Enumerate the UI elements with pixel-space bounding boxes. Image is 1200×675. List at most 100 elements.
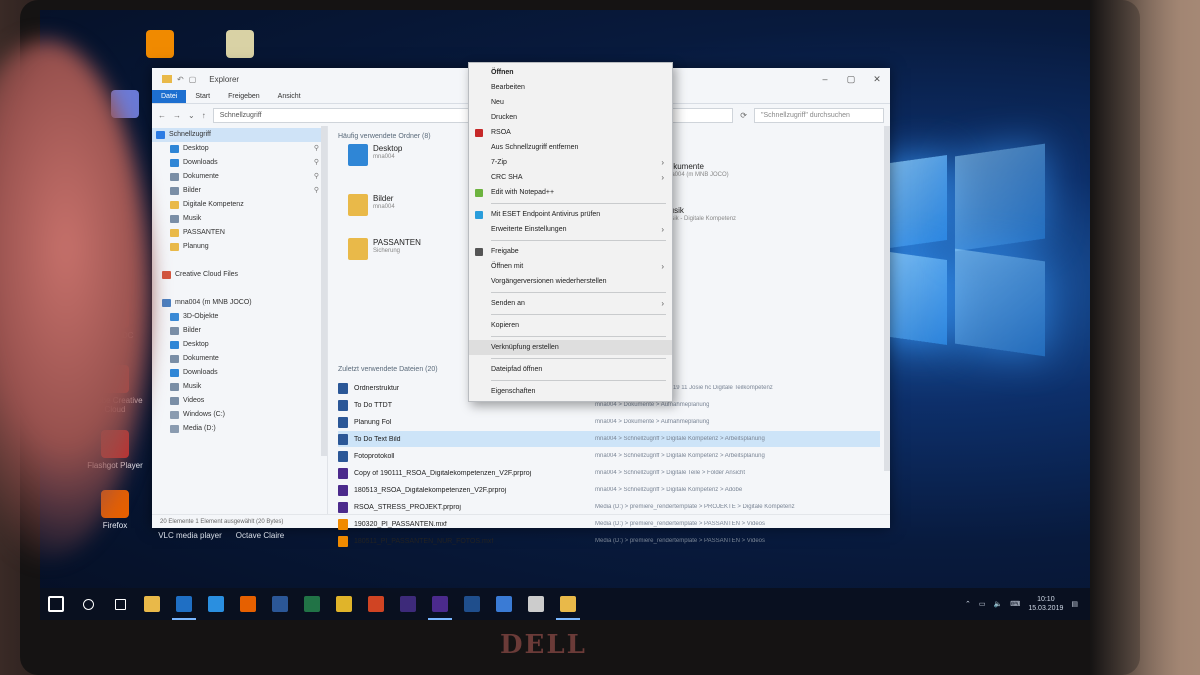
file-row[interactable]: 180513_RSOA_Digitalekompetenzen_V2F.prpr… — [338, 482, 880, 498]
tab-view[interactable]: Ansicht — [269, 90, 310, 103]
forward-icon[interactable]: → — [173, 111, 181, 120]
context-menu-item[interactable]: Erweiterte Einstellungen › — [469, 222, 672, 237]
menu-separator — [491, 358, 666, 359]
nav-item[interactable]: Downloads — [152, 366, 327, 380]
file-row[interactable]: To Do Text Bild mna004 > Schnellzugriff >… — [338, 431, 880, 447]
taskbar-search-button[interactable] — [72, 588, 104, 620]
nav-item[interactable]: Dokumente — [152, 352, 327, 366]
desktop-icon-1[interactable] — [205, 30, 275, 61]
file-row[interactable]: 180511_PI_PASSANTEN_NUR_FOTOS.mxf Media (… — [338, 533, 880, 549]
file-row[interactable]: RSOA_STRESS_PROJEKT.prproj Media (D:) > p… — [338, 499, 880, 515]
nav-item-label: Downloads — [183, 369, 218, 376]
chevron-up-icon[interactable]: ⌃ — [965, 600, 971, 608]
desktop-icon-0[interactable] — [125, 30, 195, 61]
context-menu-item[interactable]: Kopieren — [469, 318, 672, 333]
file-row[interactable]: Planung Fol mna004 > Dokumente > Aufnahme… — [338, 414, 880, 430]
context-menu-item[interactable]: Senden an › — [469, 296, 672, 311]
context-menu-item[interactable]: Mit ESET Endpoint Antivirus prüfen — [469, 207, 672, 222]
context-menu-item[interactable]: Bearbeiten — [469, 80, 672, 95]
nav-item[interactable]: Bilder — [152, 324, 327, 338]
taskbar-task-view-button[interactable] — [104, 588, 136, 620]
back-icon[interactable]: ← — [158, 111, 166, 120]
menu-item-label: Senden an — [491, 300, 525, 307]
context-menu-item[interactable]: Eigenschaften — [469, 384, 672, 399]
nav-item[interactable]: Creative Cloud Files — [152, 268, 327, 282]
context-menu-item[interactable]: 7-Zip › — [469, 155, 672, 170]
quick-access-tile[interactable]: Bilder mna004 — [348, 194, 395, 216]
context-menu-item[interactable]: RSOA — [469, 125, 672, 140]
maximize-button[interactable]: ▢ — [838, 68, 864, 90]
taskbar-photoshop-button[interactable] — [456, 588, 488, 620]
context-menu-item[interactable]: Freigabe — [469, 244, 672, 259]
nav-item[interactable]: Videos — [152, 394, 327, 408]
tab-file[interactable]: Datei — [152, 90, 187, 103]
nav-item[interactable]: Planung — [152, 240, 327, 254]
taskbar-edge-button[interactable] — [200, 588, 232, 620]
taskbar-word-taskbar-button[interactable] — [264, 588, 296, 620]
close-button[interactable]: ✕ — [864, 68, 890, 90]
chevron-down-icon[interactable]: ⌄ — [188, 111, 195, 120]
quick-access-tile[interactable]: PASSANTEN Sicherung — [348, 238, 421, 260]
search-input[interactable]: "Schnellzugriff" durchsuchen — [754, 107, 884, 123]
documents-icon — [170, 173, 179, 181]
context-menu-item[interactable]: Öffnen — [469, 65, 672, 80]
context-menu-item[interactable]: Aus Schnellzugriff entfernen — [469, 140, 672, 155]
context-menu-item[interactable]: Vorgängerversionen wiederherstellen — [469, 274, 672, 289]
context-menu-item[interactable]: Neu — [469, 95, 672, 110]
group-recent-files[interactable]: Zuletzt verwendete Dateien (20) — [338, 363, 438, 377]
nav-item[interactable]: Desktop ⚲ — [152, 142, 327, 156]
task-view-icon — [114, 598, 126, 610]
context-menu-item[interactable]: Drucken — [469, 110, 672, 125]
refresh-icon[interactable]: ⟳ — [740, 111, 747, 120]
nav-item[interactable]: Bilder ⚲ — [152, 184, 327, 198]
taskbar-premiere-taskbar-button[interactable] — [424, 588, 456, 620]
nav-item[interactable]: mna004 (m MNB JOCO) — [152, 296, 327, 310]
taskbar-explorer-taskbar-button[interactable] — [552, 588, 584, 620]
network-icon[interactable]: ▭ — [979, 600, 986, 608]
quick-access-tile[interactable]: Desktop mna004 — [348, 144, 402, 166]
taskbar-cloud-taskbar-button[interactable] — [520, 588, 552, 620]
nav-item[interactable]: Windows (C:) — [152, 408, 327, 422]
properties-icon[interactable]: ▢ — [189, 75, 197, 84]
keyboard-icon[interactable]: ⌨ — [1010, 600, 1020, 608]
context-menu-item[interactable]: Verknüpfung erstellen — [469, 340, 672, 355]
notification-icon[interactable]: ▤ — [1071, 600, 1078, 608]
nav-item[interactable]: Schnellzugriff — [152, 128, 327, 142]
nav-item[interactable]: 3D-Objekte — [152, 310, 327, 324]
up-icon[interactable]: ↑ — [202, 111, 206, 120]
nav-item[interactable]: Musik — [152, 212, 327, 226]
context-menu-item[interactable]: Öffnen mit › — [469, 259, 672, 274]
taskbar-folder-taskbar-button[interactable] — [136, 588, 168, 620]
nav-scrollbar[interactable] — [321, 126, 327, 456]
taskbar-chrome-taskbar-button[interactable] — [328, 588, 360, 620]
nav-item[interactable]: Desktop — [152, 338, 327, 352]
nav-item[interactable]: Media (D:) — [152, 422, 327, 436]
clock[interactable]: 10:10 15.03.2019 — [1028, 595, 1063, 613]
nav-item-label: Musik — [183, 383, 202, 390]
undo-icon[interactable]: ↶ — [177, 75, 184, 84]
taskbar-powerpoint-button[interactable] — [360, 588, 392, 620]
file-row[interactable]: Copy of 190111_RSOA_Digitalekompetenzen_… — [338, 465, 880, 481]
taskbar-excel-button[interactable] — [296, 588, 328, 620]
context-menu-item[interactable]: CRC SHA › — [469, 170, 672, 185]
nav-item[interactable]: Digitale Kompetenz — [152, 198, 327, 212]
taskbar-start-button[interactable] — [40, 588, 72, 620]
nav-item[interactable]: Downloads ⚲ — [152, 156, 327, 170]
nav-item[interactable]: Musik — [152, 380, 327, 394]
volume-icon[interactable]: 🔈 — [994, 600, 1003, 608]
taskbar-after-effects-button[interactable] — [392, 588, 424, 620]
file-row[interactable]: Fotoprotokoll mna004 > Schnellzugriff > D… — [338, 448, 880, 464]
nav-item[interactable]: PASSANTEN — [152, 226, 327, 240]
context-menu-item[interactable]: Dateipfad öffnen — [469, 362, 672, 377]
minimize-button[interactable]: – — [812, 68, 838, 90]
taskbar-apps — [40, 588, 584, 620]
taskbar-outlook-button[interactable] — [168, 588, 200, 620]
tab-start[interactable]: Start — [186, 90, 219, 103]
tab-share[interactable]: Freigeben — [219, 90, 269, 103]
cloud-icon — [162, 271, 171, 279]
nav-item[interactable]: Dokumente ⚲ — [152, 170, 327, 184]
taskbar-firefox-taskbar-button[interactable] — [232, 588, 264, 620]
content-scrollbar[interactable] — [884, 126, 890, 471]
context-menu-item[interactable]: Edit with Notepad++ — [469, 185, 672, 200]
taskbar-store-button[interactable] — [488, 588, 520, 620]
